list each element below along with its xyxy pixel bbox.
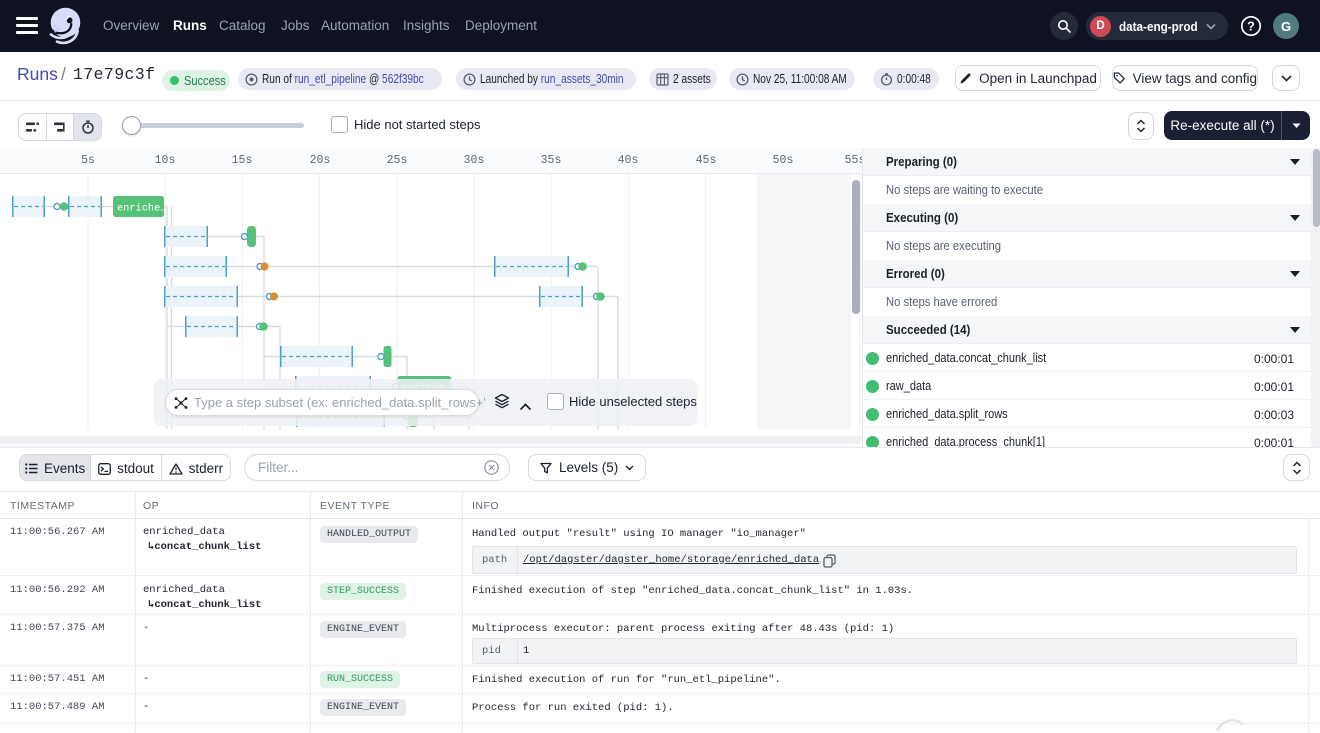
- svg-text:?: ?: [1247, 20, 1255, 34]
- svg-text:enriche…: enriche…: [117, 203, 166, 215]
